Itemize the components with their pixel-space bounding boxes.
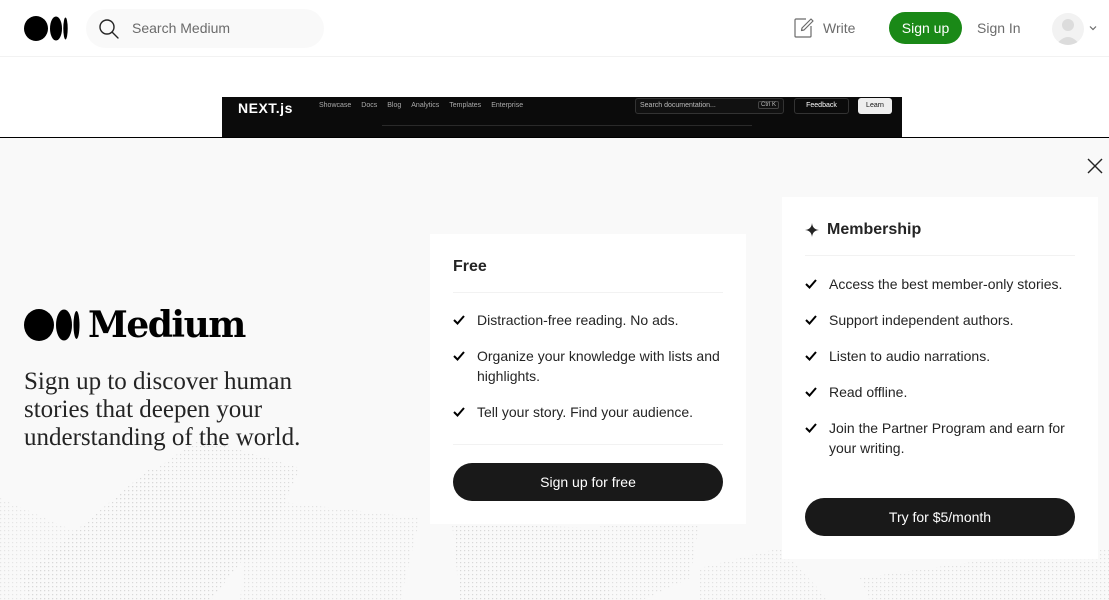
divider [805, 255, 1075, 256]
list-item: Join the Partner Program and earn for yo… [805, 418, 1075, 458]
nextjs-learn: Learn [858, 98, 892, 114]
feature-text: Support independent authors. [829, 312, 1014, 328]
write-label: Write [823, 20, 856, 36]
search-icon [99, 19, 119, 39]
search-placeholder: Search Medium [132, 20, 231, 36]
divider [382, 125, 752, 126]
tagline: Sign up to discover human stories that d… [24, 368, 301, 451]
sparkle-icon [805, 223, 819, 237]
check-icon [805, 382, 819, 402]
user-avatar-icon [1056, 19, 1080, 45]
membership-title-text: Membership [827, 221, 922, 238]
free-plan-card: Free Distraction-free reading. No ads. O… [430, 234, 746, 524]
feature-text: Access the best member-only stories. [829, 276, 1063, 292]
medium-brand-text: Medium [88, 304, 246, 346]
feature-text: Listen to audio narrations. [829, 348, 991, 364]
nextjs-feedback: Feedback [794, 98, 849, 114]
free-plan-title: Free [453, 258, 487, 275]
nextjs-logo: NEXT.js [238, 100, 293, 116]
close-icon[interactable] [1085, 156, 1105, 176]
feature-text: Distraction-free reading. No ads. [477, 312, 679, 328]
nextjs-link: Blog [387, 102, 402, 109]
search-input[interactable]: Search Medium [86, 9, 324, 48]
nextjs-search-shortcut: Ctrl K [758, 101, 779, 109]
nextjs-search: Search documentation... Ctrl K [635, 98, 784, 114]
nextjs-link: Analytics [411, 102, 440, 109]
divider [453, 292, 723, 293]
feature-text: Read offline. [829, 384, 908, 400]
medium-logo-icon[interactable] [24, 16, 68, 41]
top-navigation: Search Medium Write Sign up Sign In [0, 0, 1109, 57]
list-item: Read offline. [805, 382, 1075, 402]
chevron-down-icon[interactable] [1088, 23, 1098, 33]
nextjs-link: Docs [361, 102, 378, 109]
sign-up-button[interactable]: Sign up [889, 12, 962, 44]
list-item: Organize your knowledge with lists and h… [453, 346, 723, 386]
sign-in-link[interactable]: Sign In [977, 20, 1021, 36]
membership-plan-title: Membership [805, 221, 921, 239]
list-item: Support independent authors. [805, 310, 1075, 330]
membership-plan-card: Membership Access the best member-only s… [782, 197, 1098, 559]
list-item: Distraction-free reading. No ads. [453, 310, 723, 330]
feature-text: Tell your story. Find your audience. [477, 404, 694, 420]
nextjs-link: Enterprise [491, 102, 524, 109]
article-header-image: NEXT.js Showcase Docs Blog Analytics Tem… [222, 97, 902, 138]
write-icon [794, 18, 814, 38]
check-icon [453, 310, 467, 330]
medium-wordmark: Medium [24, 304, 246, 346]
try-membership-button[interactable]: Try for $5/month [805, 498, 1075, 536]
feature-text: Join the Partner Program and earn for yo… [829, 420, 1065, 456]
list-item: Tell your story. Find your audience. [453, 402, 723, 422]
nextjs-link: Templates [449, 102, 482, 109]
medium-logo-icon [24, 309, 80, 341]
avatar[interactable] [1052, 13, 1084, 45]
nextjs-link: Showcase [319, 102, 352, 109]
feature-text: Organize your knowledge with lists and h… [477, 348, 720, 384]
check-icon [453, 346, 467, 366]
nextjs-search-placeholder: Search documentation... [640, 102, 716, 109]
list-item: Listen to audio narrations. [805, 346, 1075, 366]
divider [453, 444, 723, 445]
check-icon [453, 402, 467, 422]
sign-up-free-button[interactable]: Sign up for free [453, 463, 723, 501]
check-icon [805, 346, 819, 366]
check-icon [805, 274, 819, 294]
list-item: Access the best member-only stories. [805, 274, 1075, 294]
check-icon [805, 310, 819, 330]
write-button[interactable]: Write [793, 16, 855, 40]
signup-modal: Medium Sign up to discover human stories… [0, 137, 1109, 600]
check-icon [805, 418, 819, 438]
nextjs-nav-links: Showcase Docs Blog Analytics Templates E… [319, 102, 523, 109]
